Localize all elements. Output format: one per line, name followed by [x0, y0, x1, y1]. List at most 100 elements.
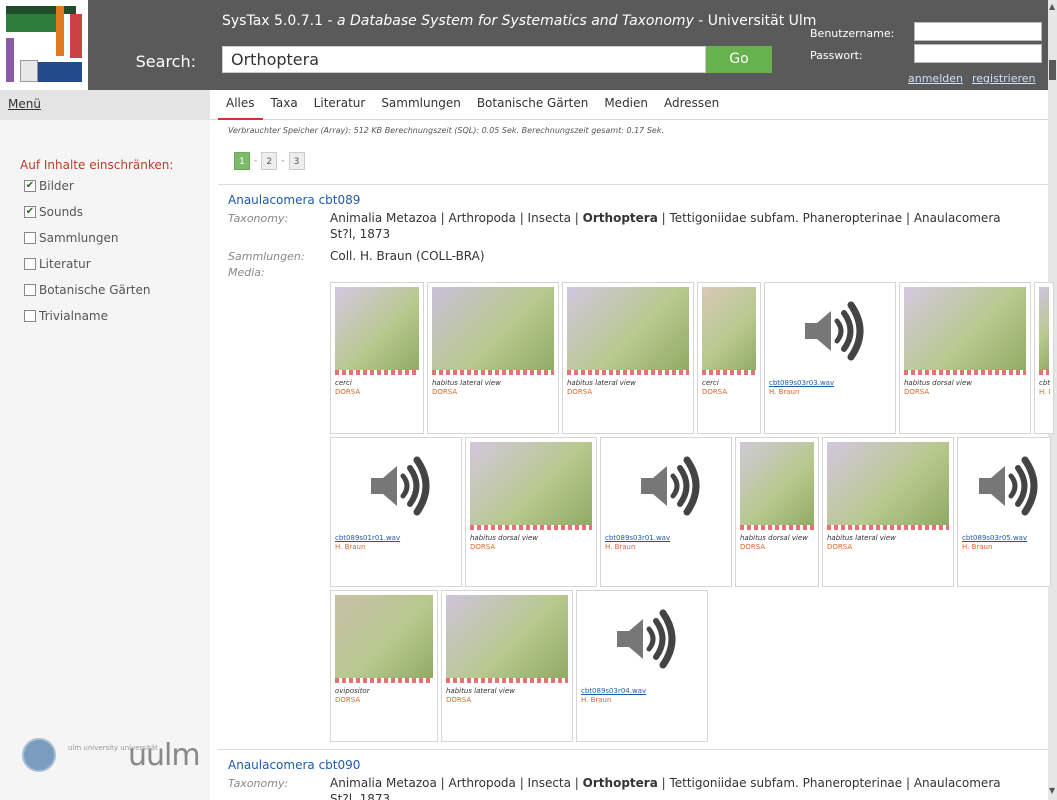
go-button[interactable]: Go	[706, 46, 772, 73]
specimen-thumbnail[interactable]	[446, 595, 568, 683]
sound-tile[interactable]: cbt089s03r05.wav H. Braun	[957, 437, 1051, 587]
specimen-thumbnail[interactable]	[567, 287, 689, 375]
media-source: H. Braun	[581, 696, 612, 704]
divider	[218, 749, 1048, 750]
specimen-thumbnail[interactable]	[740, 442, 814, 530]
password-field[interactable]	[914, 44, 1042, 63]
media-source: H. Braun	[335, 543, 366, 551]
menu-link[interactable]: Menü	[8, 97, 41, 111]
image-tile[interactable]: ovipositor DORSA	[330, 590, 438, 742]
image-tile[interactable]: cerci DORSA	[330, 282, 424, 434]
tab-sammlungen[interactable]: Sammlungen	[373, 90, 469, 120]
sound-tile[interactable]: cbt089s03r01.wav H. Braun	[600, 437, 732, 587]
image-tile[interactable]: habitus lateral view DORSA	[562, 282, 694, 434]
speaker-icon[interactable]	[965, 446, 1045, 526]
media-source: H. I	[1039, 388, 1051, 396]
specimen-thumbnail[interactable]	[1039, 287, 1049, 375]
taxonomy-highlight: Orthoptera	[582, 211, 658, 225]
sound-tile[interactable]: cbt089s03r03.wav H. Braun	[764, 282, 896, 434]
sound-tile[interactable]: cbt089s03r04.wav H. Braun	[576, 590, 708, 742]
speaker-icon[interactable]	[627, 446, 707, 526]
scroll-up-icon[interactable]: ▲	[1049, 2, 1055, 11]
checkbox-unchecked-icon[interactable]	[24, 258, 36, 270]
filter-literatur[interactable]: Literatur	[24, 257, 91, 271]
image-tile[interactable]: habitus dorsal view DORSA	[465, 437, 597, 587]
specimen-thumbnail[interactable]	[702, 287, 756, 375]
filter-label: Trivialname	[39, 309, 108, 323]
image-tile[interactable]: cerci DORSA	[697, 282, 761, 434]
checkbox-checked-icon[interactable]: ✔	[24, 180, 36, 192]
filter-trivialname[interactable]: Trivialname	[24, 309, 108, 323]
divider	[218, 184, 1048, 185]
filter-botanische-gaerten[interactable]: Botanische Gärten	[24, 283, 151, 297]
specimen-thumbnail[interactable]	[470, 442, 592, 530]
tab-adressen[interactable]: Adressen	[656, 90, 727, 120]
login-link[interactable]: anmelden	[908, 72, 963, 85]
tab-taxa[interactable]: Taxa	[263, 90, 306, 120]
speaker-icon[interactable]	[603, 599, 683, 679]
record-title[interactable]: Anaulacomera cbt089	[228, 193, 360, 207]
specimen-thumbnail[interactable]	[827, 442, 949, 530]
menu-cell: Menü	[0, 90, 210, 120]
page-2-button[interactable]: 2	[261, 152, 278, 170]
tab-literatur[interactable]: Literatur	[306, 90, 374, 120]
image-tile[interactable]: habitus lateral view DORSA	[427, 282, 559, 434]
specimen-thumbnail[interactable]	[335, 595, 433, 683]
collection-value: Coll. H. Braun (COLL-BRA)	[330, 249, 485, 263]
page-separator: -	[281, 156, 285, 166]
filter-sammlungen[interactable]: Sammlungen	[24, 231, 119, 245]
media-source: DORSA	[567, 388, 593, 396]
media-caption: habitus dorsal view	[470, 534, 538, 542]
pager: 1 - 2 - 3	[234, 152, 305, 170]
checkbox-checked-icon[interactable]: ✔	[24, 206, 36, 218]
media-source: DORSA	[904, 388, 930, 396]
register-link[interactable]: registrieren	[972, 72, 1036, 85]
tab-medien[interactable]: Medien	[596, 90, 656, 120]
image-tile[interactable]: habitus dorsal view DORSA	[899, 282, 1031, 434]
taxonomy-value: Animalia Metazoa | Arthropoda | Insecta …	[330, 775, 1030, 800]
scale-ruler	[567, 370, 689, 375]
speaker-icon[interactable]	[791, 291, 871, 371]
search-input[interactable]: Orthoptera	[222, 46, 706, 73]
checkbox-unchecked-icon[interactable]	[24, 310, 36, 322]
scale-ruler	[335, 370, 419, 375]
specimen-thumbnail[interactable]	[904, 287, 1026, 375]
sound-file-link[interactable]: cbt089s03r03.wav	[769, 379, 834, 388]
media-source: DORSA	[470, 543, 496, 551]
media-caption: cbt	[1039, 379, 1051, 387]
sound-file-link[interactable]: cbt089s03r01.wav	[605, 534, 670, 543]
page-3-button[interactable]: 3	[288, 152, 305, 170]
filter-sounds[interactable]: ✔ Sounds	[24, 205, 83, 219]
tab-alles[interactable]: Alles	[218, 90, 263, 120]
taxonomy-value: Animalia Metazoa | Arthropoda | Insecta …	[330, 210, 1030, 242]
image-tile[interactable]: cbt H. I	[1034, 282, 1054, 434]
checkbox-unchecked-icon[interactable]	[24, 232, 36, 244]
image-tile[interactable]: habitus lateral view DORSA	[822, 437, 954, 587]
filter-bilder[interactable]: ✔ Bilder	[24, 179, 74, 193]
taxonomy-path: Animalia Metazoa | Arthropoda | Insecta …	[330, 776, 583, 790]
username-field[interactable]	[914, 22, 1042, 41]
specimen-thumbnail[interactable]	[432, 287, 554, 375]
scale-ruler	[827, 525, 949, 530]
scroll-thumb[interactable]	[1049, 60, 1056, 80]
sound-file-link[interactable]: cbt089s01r01.wav	[335, 534, 400, 543]
sound-tile[interactable]: cbt089s01r01.wav H. Braun	[330, 437, 462, 587]
collections-label: Sammlungen:	[228, 250, 305, 263]
sound-file-link[interactable]: cbt089s03r05.wav	[962, 534, 1027, 543]
tab-botanische-gaerten[interactable]: Botanische Gärten	[469, 90, 597, 120]
checkbox-unchecked-icon[interactable]	[24, 284, 36, 296]
systax-logo[interactable]	[0, 0, 88, 90]
page-1-button[interactable]: 1	[234, 152, 250, 170]
image-tile[interactable]: habitus dorsal view DORSA	[735, 437, 819, 587]
specimen-thumbnail[interactable]	[335, 287, 419, 375]
app-title: SysTax 5.0.7.1 - a Database System for S…	[222, 13, 816, 29]
scroll-down-icon[interactable]: ▼	[1049, 786, 1055, 795]
media-caption: cerci	[335, 379, 352, 387]
media-caption: habitus dorsal view	[904, 379, 972, 387]
taxonomy-path-end: | Tettigoniidae subfam. Phaneropterinae …	[657, 776, 1001, 790]
image-tile[interactable]: habitus lateral view DORSA	[441, 590, 573, 742]
filter-label: Bilder	[39, 179, 74, 193]
record-title[interactable]: Anaulacomera cbt090	[228, 758, 360, 772]
sound-file-link[interactable]: cbt089s03r04.wav	[581, 687, 646, 696]
speaker-icon[interactable]	[357, 446, 437, 526]
